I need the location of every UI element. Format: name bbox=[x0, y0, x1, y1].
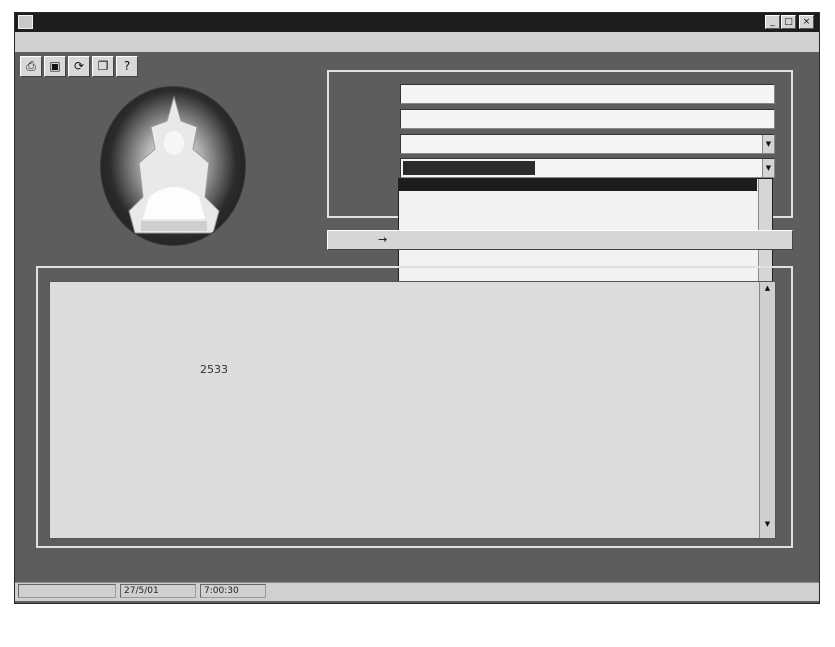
print-icon: ⎙ bbox=[26, 59, 36, 73]
scroll-down-icon[interactable]: ▼ bbox=[762, 520, 773, 532]
arrow-right-icon: → bbox=[378, 233, 388, 246]
help-icon: ? bbox=[123, 59, 131, 73]
menu-edit[interactable] bbox=[52, 35, 108, 49]
chevron-down-icon[interactable]: ▼ bbox=[762, 159, 774, 177]
title-input[interactable] bbox=[400, 109, 775, 129]
maximize-button[interactable]: □ bbox=[781, 15, 796, 29]
abstract-line bbox=[53, 502, 753, 518]
subject-select[interactable] bbox=[400, 134, 775, 154]
window-title bbox=[38, 15, 438, 30]
detail-value-title bbox=[200, 305, 740, 321]
menu-help[interactable] bbox=[152, 35, 232, 49]
status-date: 27/5/01 bbox=[120, 584, 196, 598]
search-button[interactable]: → bbox=[327, 230, 793, 250]
detail-value-source bbox=[200, 384, 740, 400]
detail-label-institution bbox=[56, 344, 186, 360]
detail-label-source bbox=[56, 384, 186, 400]
institution-select[interactable] bbox=[400, 158, 775, 178]
dropdown-item[interactable] bbox=[401, 205, 701, 216]
help-button[interactable]: ? bbox=[116, 56, 138, 77]
refresh-button[interactable]: ⟳ bbox=[68, 56, 90, 77]
detail-label-title bbox=[56, 305, 186, 321]
copy-button[interactable]: ❐ bbox=[92, 56, 114, 77]
chevron-down-icon[interactable]: ▼ bbox=[762, 135, 774, 153]
dropdown-item[interactable] bbox=[401, 253, 701, 264]
status-time: 7:00:30 bbox=[200, 584, 266, 598]
save-button[interactable]: ▣ bbox=[44, 56, 66, 77]
detail-value-institution bbox=[200, 344, 740, 360]
buddha-image bbox=[100, 86, 246, 246]
app-icon[interactable] bbox=[18, 15, 33, 29]
abstract-line bbox=[53, 462, 753, 478]
dropdown-item[interactable] bbox=[401, 217, 701, 228]
minimize-button[interactable]: _ bbox=[765, 15, 780, 29]
detail-label-subject bbox=[56, 324, 186, 340]
detail-value-year: 2533 bbox=[200, 363, 228, 376]
menu-file[interactable] bbox=[22, 35, 48, 49]
abstract-line bbox=[53, 482, 753, 498]
save-icon: ▣ bbox=[49, 59, 61, 73]
dropdown-item[interactable] bbox=[401, 193, 701, 204]
dropdown-item[interactable] bbox=[401, 180, 701, 191]
details-scrollbar[interactable]: ▲ ▼ bbox=[759, 282, 775, 538]
status-left bbox=[18, 584, 116, 598]
detail-label-year bbox=[56, 363, 186, 379]
menu-view[interactable] bbox=[116, 35, 146, 49]
author-input[interactable] bbox=[400, 84, 775, 104]
abstract-label bbox=[56, 425, 186, 441]
copy-icon: ❐ bbox=[97, 59, 109, 73]
scroll-up-icon[interactable]: ▲ bbox=[762, 284, 773, 296]
detail-label-author bbox=[56, 286, 186, 302]
detail-value-author bbox=[200, 286, 740, 302]
institution-select-value bbox=[403, 161, 535, 175]
print-button[interactable]: ⎙ bbox=[20, 56, 42, 77]
detail-value-subject bbox=[200, 324, 740, 340]
buddha-figure-icon bbox=[128, 95, 220, 234]
refresh-icon: ⟳ bbox=[73, 59, 85, 73]
close-button[interactable]: × bbox=[799, 15, 814, 29]
